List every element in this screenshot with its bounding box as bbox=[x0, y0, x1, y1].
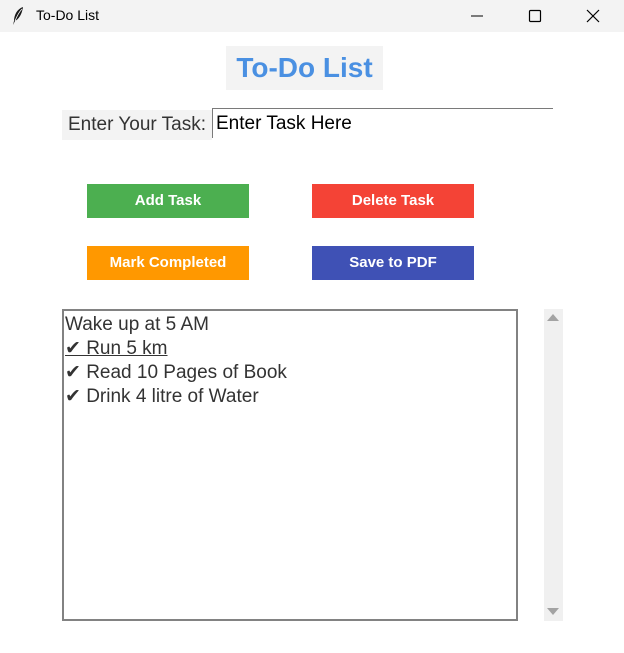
add-task-button[interactable]: Add Task bbox=[87, 184, 249, 218]
scroll-down-arrow-icon[interactable] bbox=[547, 608, 559, 615]
list-item-text: ✔ Run 5 km bbox=[65, 338, 168, 359]
list-item-text: ✔ Read 10 Pages of Book bbox=[65, 362, 287, 383]
task-input[interactable] bbox=[212, 108, 553, 138]
mark-completed-button[interactable]: Mark Completed bbox=[87, 246, 249, 280]
list-item-text: Wake up at 5 AM bbox=[65, 314, 209, 335]
save-to-pdf-button[interactable]: Save to PDF bbox=[312, 246, 474, 280]
minimize-button[interactable] bbox=[454, 0, 500, 32]
minimize-icon bbox=[471, 15, 483, 17]
window-title: To-Do List bbox=[36, 7, 100, 23]
list-item[interactable]: Wake up at 5 AM bbox=[65, 313, 516, 337]
title-bar: To-Do List bbox=[0, 0, 624, 32]
maximize-button[interactable] bbox=[512, 0, 558, 32]
close-icon bbox=[586, 9, 600, 23]
maximize-icon bbox=[528, 9, 542, 23]
list-item[interactable]: ✔ Drink 4 litre of Water bbox=[65, 385, 516, 409]
list-item-selected[interactable]: ✔ Run 5 km bbox=[65, 337, 516, 361]
close-button[interactable] bbox=[570, 0, 616, 32]
list-scrollbar[interactable] bbox=[544, 309, 563, 621]
scroll-up-arrow-icon[interactable] bbox=[547, 314, 559, 321]
list-item[interactable]: ✔ Read 10 Pages of Book bbox=[65, 361, 516, 385]
page-title: To-Do List bbox=[226, 46, 383, 90]
delete-task-button[interactable]: Delete Task bbox=[312, 184, 474, 218]
feather-icon bbox=[13, 7, 23, 25]
task-label: Enter Your Task: bbox=[62, 110, 212, 140]
task-list[interactable]: Wake up at 5 AM ✔ Run 5 km ✔ Read 10 Pag… bbox=[62, 309, 518, 621]
list-item-text: ✔ Drink 4 litre of Water bbox=[65, 386, 259, 407]
